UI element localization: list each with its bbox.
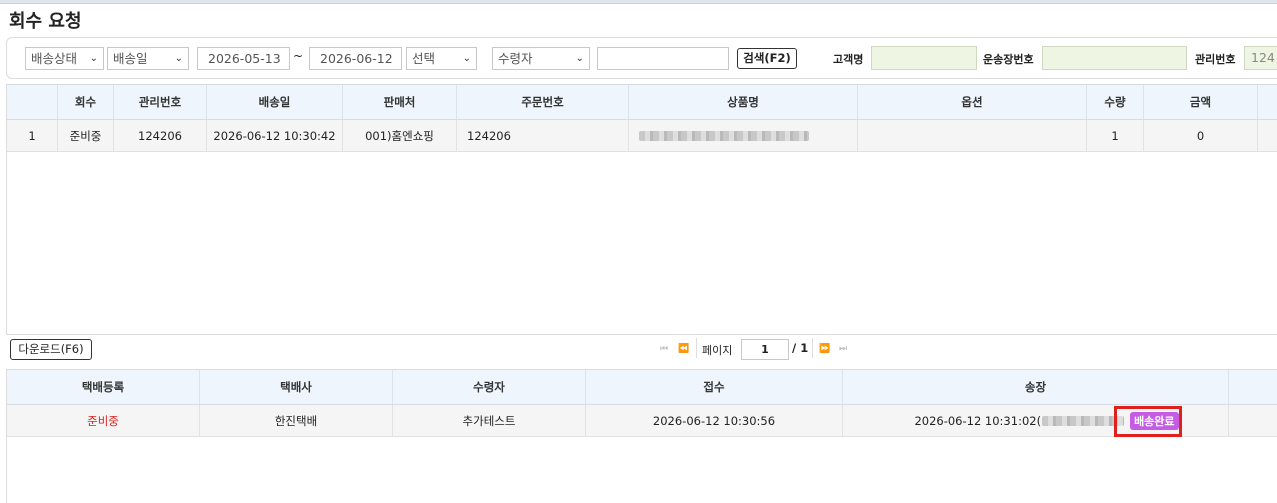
cell-product	[629, 120, 858, 151]
top-border	[0, 0, 1277, 4]
cell-option	[858, 120, 1087, 151]
header-mgmt-no[interactable]: 관리번호	[114, 85, 207, 119]
pager-divider	[696, 338, 697, 358]
header-courier-reg[interactable]: 택배등록	[7, 370, 200, 404]
delivery-header-row: 택배등록 택배사 수령자 접수 송장	[7, 369, 1277, 405]
header-courier[interactable]: 택배사	[200, 370, 393, 404]
header-option[interactable]: 옵션	[858, 85, 1087, 119]
cell-recall: 준비중	[58, 120, 114, 151]
search-input[interactable]	[597, 47, 729, 70]
table-row[interactable]: 1 준비중 124206 2026-06-12 10:30:42 001)홈엔쇼…	[7, 120, 1277, 152]
pager-bar: 다운로드(F6) ⏮ ⏪ 페이지 1 / 1 ⏩ ⏭	[6, 334, 1277, 368]
mgmt-no-label: 관리번호	[1195, 53, 1236, 66]
chevron-down-icon: ⌄	[575, 53, 584, 64]
header-amount[interactable]: 금액	[1144, 85, 1258, 119]
header-product[interactable]: 상품명	[629, 85, 858, 119]
receiver-select[interactable]: 수령자 ⌄	[492, 47, 590, 70]
table-row[interactable]: 준비중 한진택배 추가테스트 2026-06-12 10:30:56 2026-…	[7, 405, 1277, 437]
page-total: / 1	[792, 341, 809, 355]
receiver-select-value: 수령자	[498, 51, 533, 66]
cell-seller: 001)홈엔쇼핑	[343, 120, 457, 151]
customer-input[interactable]	[871, 46, 977, 70]
chevron-down-icon: ⌄	[89, 53, 98, 64]
cell-amount: 0	[1144, 120, 1258, 151]
search-button[interactable]: 검색(F2)	[737, 48, 797, 69]
header-receiver[interactable]: 수령자	[393, 370, 586, 404]
cell-received: 2026-06-12 10:30:56	[586, 405, 843, 436]
chevron-down-icon: ⌄	[174, 53, 183, 64]
delivery-status-select[interactable]: 배송상태 ⌄	[25, 47, 104, 70]
pager-divider	[812, 338, 813, 358]
cell-order-no: 124206	[457, 120, 629, 151]
date-to-input[interactable]: 2026-06-12	[309, 47, 402, 70]
waybill-label: 운송장번호	[983, 53, 1034, 66]
date-type-select[interactable]: 배송일 ⌄	[107, 47, 189, 70]
header-order-no[interactable]: 주문번호	[457, 85, 629, 119]
range-separator: ~	[293, 49, 304, 63]
customer-label: 고객명	[833, 53, 864, 66]
waybill-input[interactable]	[1042, 46, 1187, 70]
orders-grid: 회수 관리번호 배송일 판매처 주문번호 상품명 옵션 수량 금액 1 준비중 …	[6, 84, 1277, 334]
cell-courier: 한진택배	[200, 405, 393, 436]
header-invoice[interactable]: 송장	[843, 370, 1229, 404]
last-page-icon[interactable]: ⏭	[839, 344, 847, 354]
download-button[interactable]: 다운로드(F6)	[10, 339, 92, 360]
page-label: 페이지	[702, 344, 733, 357]
first-page-icon[interactable]: ⏮	[660, 344, 668, 354]
page-input[interactable]: 1	[741, 339, 789, 360]
cell-rownum: 1	[7, 120, 58, 151]
orders-header-row: 회수 관리번호 배송일 판매처 주문번호 상품명 옵션 수량 금액	[7, 84, 1277, 120]
header-ship-date[interactable]: 배송일	[207, 85, 343, 119]
cell-ship-date: 2026-06-12 10:30:42	[207, 120, 343, 151]
next-page-icon[interactable]: ⏩	[819, 344, 830, 354]
header-qty[interactable]: 수량	[1087, 85, 1144, 119]
header-seller[interactable]: 판매처	[343, 85, 457, 119]
cell-qty: 1	[1087, 120, 1144, 151]
invoice-text: 2026-06-12 10:31:02(	[914, 413, 1042, 428]
date-from-input[interactable]: 2026-05-13	[197, 47, 290, 70]
header-recall[interactable]: 회수	[58, 85, 114, 119]
date-type-value: 배송일	[113, 51, 148, 66]
header-rownum	[7, 85, 58, 119]
page-title: 회수 요청	[9, 11, 82, 32]
delivery-status-value: 배송상태	[31, 51, 78, 66]
option-select[interactable]: 선택 ⌄	[406, 47, 477, 70]
cell-courier-reg: 준비중	[7, 405, 200, 436]
mgmt-no-input[interactable]: 124	[1244, 46, 1277, 70]
redacted-invoice-number	[1042, 415, 1125, 426]
redacted-product-name	[639, 130, 809, 141]
cell-mgmt-no: 124206	[114, 120, 207, 151]
prev-page-icon[interactable]: ⏪	[678, 344, 689, 354]
chevron-down-icon: ⌄	[462, 53, 471, 64]
header-received[interactable]: 접수	[586, 370, 843, 404]
cell-receiver: 추가테스트	[393, 405, 586, 436]
highlight-box	[1114, 406, 1182, 437]
filter-bar: 배송상태 ⌄ 배송일 ⌄ 2026-05-13 ~ 2026-06-12 선택 …	[6, 37, 1277, 79]
option-select-value: 선택	[412, 51, 436, 66]
delivery-grid: 택배등록 택배사 수령자 접수 송장 준비중 한진택배 추가테스트 2026-0…	[6, 369, 1277, 503]
